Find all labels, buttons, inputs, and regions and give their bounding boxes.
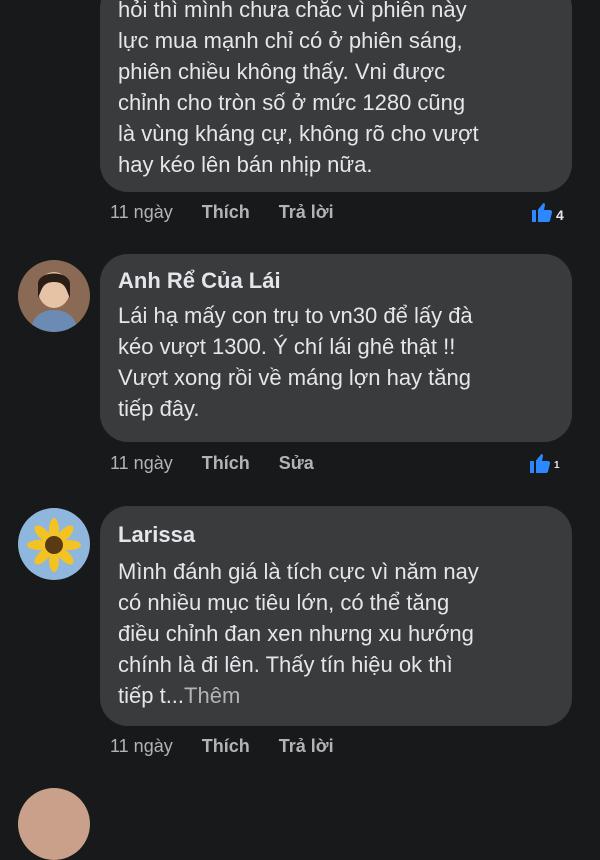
comment-line: tiếp t...Thêm xyxy=(118,680,554,711)
comment-author[interactable]: Larissa xyxy=(118,520,554,550)
comment-text: Lái hạ mấy con trụ to vn30 để lấy đà kéo… xyxy=(118,300,554,424)
thumbs-up-icon xyxy=(528,451,552,480)
edit-button[interactable]: Sửa xyxy=(279,453,314,473)
comment-line: hay kéo lên bán nhịp nữa. xyxy=(118,152,373,177)
comment-text: Mình đánh giá là tích cực vì năm nay có … xyxy=(118,556,554,711)
comment-actions: 11 ngày Thích Trả lời xyxy=(110,202,358,223)
truncated-text: tiếp t... xyxy=(118,683,185,708)
comment-line: chính là đi lên. Thấy tín hiệu ok thì xyxy=(118,652,453,677)
avatar[interactable] xyxy=(18,260,90,332)
comment-line: là vùng kháng cự, không rõ cho vượt xyxy=(118,121,479,146)
comment-line: tiếp đây. xyxy=(118,396,200,421)
comment-line: điều chỉnh đan xen nhưng xu hướng xyxy=(118,621,474,646)
reaction-count[interactable]: 1 xyxy=(528,451,560,480)
comment-actions: 11 ngày Thích Trả lời xyxy=(110,736,358,757)
comment-text: hỏi thì mình chưa chắc vì phiên này lực … xyxy=(118,0,554,180)
avatar[interactable] xyxy=(18,508,90,580)
like-button[interactable]: Thích xyxy=(202,736,250,756)
comment-line: Lái hạ mấy con trụ to vn30 để lấy đà xyxy=(118,303,473,328)
comment-line: lực mua mạnh chỉ có ở phiên sáng, xyxy=(118,28,463,53)
reply-button[interactable]: Trả lời xyxy=(279,202,334,222)
comment-line: có nhiều mục tiêu lớn, có thể tăng xyxy=(118,590,450,615)
comment-author[interactable]: Anh Rể Của Lái xyxy=(118,266,554,296)
comment-time[interactable]: 11 ngày xyxy=(110,736,173,756)
comment-actions: 11 ngày Thích Sửa xyxy=(110,453,338,474)
comment-line: chỉnh cho tròn số ở mức 1280 cũng xyxy=(118,90,466,115)
comment-line: phiên chiều không thấy. Vni được xyxy=(118,59,446,84)
comment-time[interactable]: 11 ngày xyxy=(110,453,173,473)
comment-bubble: hỏi thì mình chưa chắc vì phiên này lực … xyxy=(100,0,572,192)
comment-bubble: Larissa Mình đánh giá là tích cực vì năm… xyxy=(100,506,572,726)
see-more-link[interactable]: Thêm xyxy=(184,683,240,708)
avatar[interactable] xyxy=(18,788,90,860)
comment-time[interactable]: 11 ngày xyxy=(110,202,173,222)
reaction-number: 4 xyxy=(556,206,564,223)
reaction-number: 1 xyxy=(554,460,560,471)
comment-bubble: Anh Rể Của Lái Lái hạ mấy con trụ to vn3… xyxy=(100,254,572,442)
comment-line: Mình đánh giá là tích cực vì năm nay xyxy=(118,559,479,584)
reaction-count[interactable]: 4 xyxy=(530,200,564,229)
comment-line: Vượt xong rồi về máng lợn hay tăng xyxy=(118,365,471,390)
like-button[interactable]: Thích xyxy=(202,202,250,222)
thumbs-up-icon xyxy=(530,200,554,229)
comment-line: kéo vượt 1300. Ý chí lái ghê thật !! xyxy=(118,334,456,359)
reply-button[interactable]: Trả lời xyxy=(279,736,334,756)
comment-line: hỏi thì mình chưa chắc vì phiên này xyxy=(118,0,467,22)
like-button[interactable]: Thích xyxy=(202,453,250,473)
